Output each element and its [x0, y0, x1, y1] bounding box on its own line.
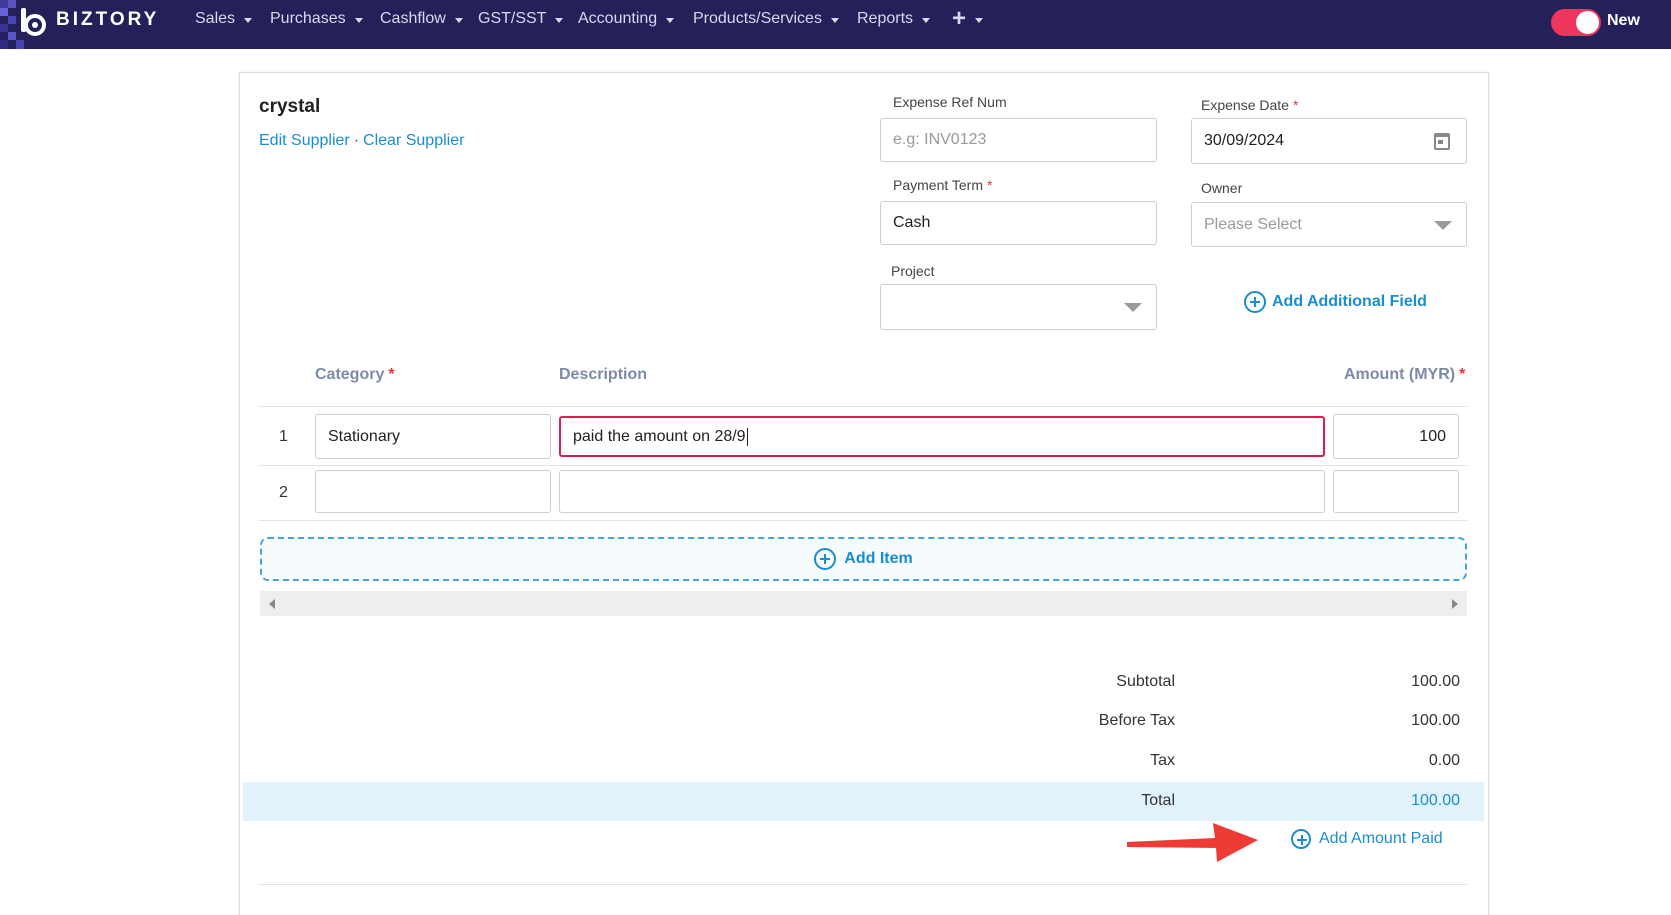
required-marker: *	[1292, 97, 1299, 113]
link-separator: ·	[353, 132, 360, 149]
top-navbar: BIZTORY Sales Purchases Cashflow GST/SST…	[0, 0, 1671, 49]
owner-placeholder: Please Select	[1204, 215, 1302, 233]
nav-sales-label: Sales	[195, 10, 236, 27]
clear-supplier-link[interactable]: Clear Supplier	[363, 132, 464, 149]
toggle-knob	[1576, 11, 1599, 34]
nav-gst-sst-label: GST/SST	[478, 10, 547, 27]
row-number: 1	[279, 428, 288, 445]
caret-down-icon	[555, 17, 564, 23]
nav-reports-label: Reports	[857, 10, 914, 27]
row-number: 2	[279, 484, 288, 501]
nav-products-services[interactable]: Products/Services	[693, 10, 839, 28]
caret-down-icon	[354, 17, 363, 23]
nav-cashflow-label: Cashflow	[380, 10, 446, 27]
add-amount-paid-button[interactable]: Add Amount Paid	[1291, 829, 1443, 849]
add-amount-paid-label: Add Amount Paid	[1319, 830, 1443, 847]
add-circle-icon	[814, 548, 837, 570]
new-ui-toggle[interactable]	[1551, 9, 1601, 36]
biztory-logo-icon	[21, 8, 46, 36]
required-marker: *	[388, 366, 395, 383]
expense-ref-label: Expense Ref Num	[893, 94, 1007, 110]
column-header-description: Description	[559, 366, 648, 383]
caret-down-icon	[666, 17, 675, 23]
chevron-down-icon	[1124, 303, 1142, 312]
total-value: 100.00	[1411, 792, 1460, 809]
subtotal-value: 100.00	[1411, 673, 1460, 690]
table-divider	[259, 520, 1467, 521]
section-divider	[259, 884, 1467, 885]
required-marker: *	[1459, 366, 1466, 383]
expense-date-label: Expense Date *	[1201, 97, 1299, 113]
scroll-right-icon[interactable]	[1452, 599, 1458, 609]
caret-down-icon	[975, 17, 984, 23]
expense-ref-input[interactable]: e.g: INV0123	[880, 118, 1157, 162]
brand-name: BIZTORY	[56, 9, 160, 30]
calendar-icon[interactable]	[1434, 133, 1450, 150]
nav-cashflow[interactable]: Cashflow	[380, 10, 463, 28]
category-value: Stationary	[328, 427, 401, 445]
nav-products-services-label: Products/Services	[693, 10, 822, 27]
subtotal-label: Subtotal	[1116, 673, 1175, 690]
category-input[interactable]	[315, 470, 551, 513]
expense-date-value: 30/09/2024	[1204, 132, 1285, 149]
nav-accounting[interactable]: Accounting	[578, 10, 675, 28]
nav-accounting-label: Accounting	[578, 10, 658, 27]
payment-term-value: Cash	[893, 214, 931, 231]
nav-sales[interactable]: Sales	[195, 10, 253, 28]
caret-down-icon	[830, 17, 839, 23]
scroll-left-icon[interactable]	[269, 599, 275, 609]
edit-supplier-link[interactable]: Edit Supplier	[259, 132, 350, 149]
category-input[interactable]: Stationary	[315, 414, 551, 459]
amount-input[interactable]: 100	[1333, 414, 1459, 459]
amount-input[interactable]	[1333, 470, 1459, 513]
required-marker: *	[987, 177, 993, 193]
toggle-label: New	[1607, 12, 1640, 29]
horizontal-scrollbar[interactable]	[260, 591, 1467, 616]
add-circle-icon	[1291, 829, 1311, 849]
nav-purchases-label: Purchases	[270, 10, 346, 27]
add-item-button[interactable]: Add Item	[260, 537, 1467, 581]
payment-term-input[interactable]: Cash	[880, 201, 1157, 245]
column-header-amount: Amount (MYR) *	[1344, 366, 1466, 383]
before-tax-label: Before Tax	[1098, 712, 1175, 729]
brand-logo[interactable]: BIZTORY	[0, 0, 170, 49]
project-label: Project	[891, 263, 935, 279]
add-circle-icon	[1244, 291, 1266, 313]
caret-down-icon	[922, 17, 931, 23]
supplier-name: crystal	[259, 96, 321, 117]
nav-purchases[interactable]: Purchases	[270, 10, 363, 28]
description-input[interactable]	[559, 470, 1325, 513]
payment-term-label: Payment Term *	[893, 177, 993, 193]
description-input[interactable]: paid the amount on 28/9	[559, 416, 1325, 457]
expense-date-input[interactable]: 30/09/2024	[1191, 118, 1467, 164]
text-cursor	[746, 427, 748, 446]
nav-reports[interactable]: Reports	[857, 10, 931, 28]
table-divider	[259, 406, 1467, 407]
annotation-arrow-icon	[1127, 823, 1258, 862]
project-select[interactable]	[880, 284, 1157, 330]
add-additional-field-label: Add Additional Field	[1272, 293, 1427, 310]
amount-value: 100	[1419, 427, 1446, 445]
nav-quick-add[interactable]: +	[952, 5, 984, 32]
description-value: paid the amount on 28/9	[573, 427, 746, 445]
total-label: Total	[1141, 792, 1175, 809]
plus-icon: +	[952, 5, 967, 32]
tax-label: Tax	[1150, 752, 1175, 769]
column-header-category: Category *	[315, 366, 395, 383]
owner-select[interactable]: Please Select	[1191, 202, 1467, 247]
chevron-down-icon	[1434, 221, 1452, 230]
total-row	[243, 782, 1484, 821]
tax-value: 0.00	[1428, 752, 1460, 769]
add-item-label: Add Item	[844, 550, 913, 567]
add-additional-field-button[interactable]: Add Additional Field	[1244, 291, 1427, 313]
caret-down-icon	[454, 17, 463, 23]
caret-down-icon	[244, 17, 253, 23]
expense-ref-placeholder: e.g: INV0123	[893, 131, 987, 148]
table-divider	[259, 465, 1467, 466]
before-tax-value: 100.00	[1411, 712, 1460, 729]
supplier-actions: Edit Supplier · Clear Supplier	[259, 132, 464, 150]
owner-label: Owner	[1201, 180, 1243, 196]
nav-gst-sst[interactable]: GST/SST	[478, 10, 564, 28]
